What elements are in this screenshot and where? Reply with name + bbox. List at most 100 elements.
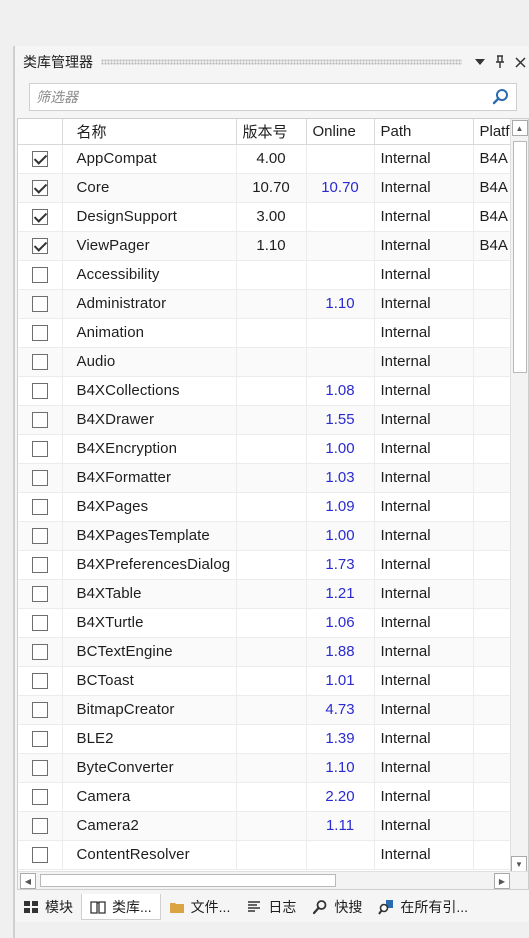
row-online: 1.21 (306, 579, 375, 609)
scroll-down-arrow-icon[interactable]: ▼ (511, 856, 527, 872)
row-name: Animation (62, 318, 237, 348)
table-row[interactable]: B4XCollections 1.08 Internal (18, 376, 528, 406)
table-row[interactable]: DesignSupport 3.00 Internal B4A (18, 202, 528, 232)
search-icon (313, 900, 327, 915)
close-icon[interactable] (510, 52, 529, 72)
row-checkbox[interactable] (31, 354, 48, 371)
header-online[interactable]: Online (306, 119, 375, 145)
row-checkbox[interactable] (31, 151, 48, 168)
row-online: 1.00 (306, 434, 375, 464)
row-checkbox-cell (18, 289, 63, 319)
table-row[interactable]: BitmapCreator 4.73 Internal (18, 695, 528, 725)
row-name: ByteConverter (62, 753, 237, 783)
row-checkbox[interactable] (31, 383, 48, 400)
table-row[interactable]: B4XDrawer 1.55 Internal (18, 405, 528, 435)
table-row[interactable]: B4XPages 1.09 Internal (18, 492, 528, 522)
row-checkbox[interactable] (31, 441, 48, 458)
row-checkbox-cell (18, 811, 63, 841)
search-icon[interactable] (492, 88, 510, 106)
header-path[interactable]: Path (374, 119, 474, 145)
table-row[interactable]: B4XPreferencesDialog 1.73 Internal (18, 550, 528, 580)
horizontal-scrollbar[interactable]: ◀ ▶ (18, 871, 528, 889)
row-path: Internal (374, 753, 474, 783)
table-row[interactable]: B4XTable 1.21 Internal (18, 579, 528, 609)
scroll-left-arrow-icon[interactable]: ◀ (20, 873, 36, 889)
row-online: 1.11 (306, 811, 375, 841)
row-version (236, 782, 307, 812)
horizontal-scroll-thumb[interactable] (40, 874, 336, 887)
row-online: 1.10 (306, 289, 375, 319)
row-checkbox[interactable] (31, 818, 48, 835)
table-row[interactable]: B4XTurtle 1.06 Internal (18, 608, 528, 638)
row-checkbox[interactable] (31, 789, 48, 806)
pin-icon[interactable] (490, 52, 510, 72)
table-row[interactable]: B4XEncryption 1.00 Internal (18, 434, 528, 464)
tab-quick-search[interactable]: 快搜 (304, 894, 370, 920)
row-path: Internal (374, 144, 474, 174)
scroll-up-arrow-icon[interactable]: ▲ (511, 120, 528, 136)
row-checkbox[interactable] (31, 557, 48, 574)
row-checkbox[interactable] (31, 760, 48, 777)
tab-find-references[interactable]: 在所有引... (370, 894, 476, 920)
tab-modules[interactable]: 模块 (15, 894, 81, 920)
table-row[interactable]: BLE2 1.39 Internal (18, 724, 528, 754)
table-row[interactable]: Camera2 1.11 Internal (18, 811, 528, 841)
tab-libraries[interactable]: 类库... (81, 894, 161, 920)
row-checkbox-cell (18, 579, 63, 609)
row-checkbox[interactable] (31, 499, 48, 516)
row-checkbox[interactable] (31, 470, 48, 487)
table-row[interactable]: Core 10.70 10.70 Internal B4A (18, 173, 528, 203)
tab-modules-label: 模块 (45, 899, 73, 915)
vertical-scrollbar[interactable]: ▲ ▼ (510, 119, 528, 873)
row-version (236, 753, 307, 783)
row-checkbox[interactable] (31, 412, 48, 429)
filter-input[interactable] (30, 84, 516, 110)
row-checkbox[interactable] (31, 209, 48, 226)
row-version (236, 637, 307, 667)
row-checkbox[interactable] (31, 325, 48, 342)
row-name: B4XDrawer (62, 405, 237, 435)
row-checkbox[interactable] (31, 586, 48, 603)
dropdown-arrow-icon[interactable] (470, 52, 490, 72)
row-checkbox[interactable] (31, 731, 48, 748)
header-version[interactable]: 版本号 (236, 119, 307, 145)
scroll-right-arrow-icon[interactable]: ▶ (494, 873, 510, 889)
table-row[interactable]: Animation Internal (18, 318, 528, 348)
table-row[interactable]: Accessibility Internal (18, 260, 528, 290)
tab-logs[interactable]: 日志 (238, 894, 304, 920)
header-name[interactable]: 名称 (62, 119, 237, 145)
row-checkbox[interactable] (31, 644, 48, 661)
table-row[interactable]: BCToast 1.01 Internal (18, 666, 528, 696)
row-checkbox[interactable] (31, 702, 48, 719)
table-row[interactable]: Camera 2.20 Internal (18, 782, 528, 812)
vertical-scroll-thumb[interactable] (513, 141, 527, 373)
row-checkbox[interactable] (31, 847, 48, 864)
status-area (15, 922, 529, 938)
table-row[interactable]: B4XPagesTemplate 1.00 Internal (18, 521, 528, 551)
row-checkbox[interactable] (31, 615, 48, 632)
table-row[interactable]: Administrator 1.10 Internal (18, 289, 528, 319)
library-table-container: 名称 版本号 Online Path Platf AppCompat 4.00 In… (17, 118, 529, 890)
filter-box (29, 83, 517, 111)
row-checkbox[interactable] (31, 673, 48, 690)
row-checkbox[interactable] (31, 528, 48, 545)
table-row[interactable]: BCTextEngine 1.88 Internal (18, 637, 528, 667)
row-name: Camera2 (62, 811, 237, 841)
table-row[interactable]: B4XFormatter 1.03 Internal (18, 463, 528, 493)
row-version (236, 376, 307, 406)
tab-files[interactable]: 文件... (161, 894, 239, 920)
row-checkbox[interactable] (31, 180, 48, 197)
header-checkbox-col[interactable] (18, 119, 63, 145)
table-row[interactable]: ContentResolver Internal (18, 840, 528, 870)
log-icon (248, 901, 261, 912)
row-checkbox[interactable] (31, 267, 48, 284)
row-path: Internal (374, 463, 474, 493)
table-row[interactable]: ViewPager 1.10 Internal B4A (18, 231, 528, 261)
table-row[interactable]: AppCompat 4.00 Internal B4A (18, 144, 528, 174)
titlebar-grip[interactable] (101, 59, 462, 65)
row-checkbox[interactable] (31, 238, 48, 255)
table-row[interactable]: ByteConverter 1.10 Internal (18, 753, 528, 783)
row-version: 1.10 (236, 231, 307, 261)
table-row[interactable]: Audio Internal (18, 347, 528, 377)
row-checkbox[interactable] (31, 296, 48, 313)
